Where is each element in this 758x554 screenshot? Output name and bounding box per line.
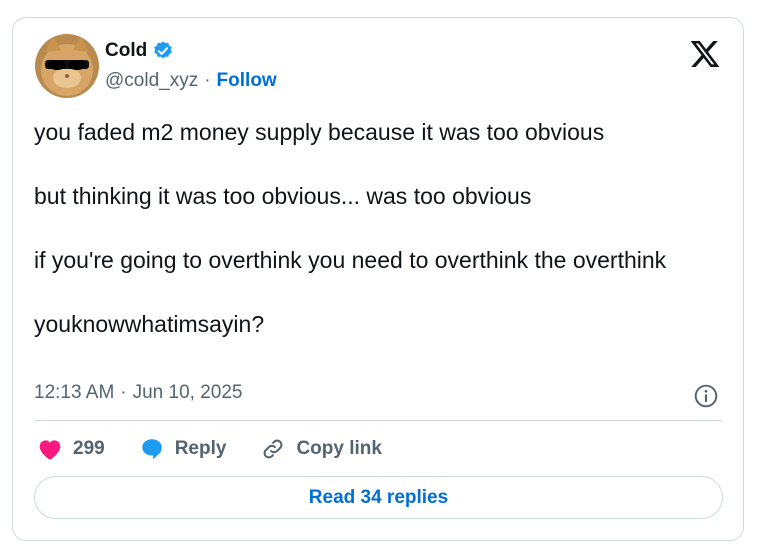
divider [34,420,722,421]
author-handle-row: @cold_xyz · Follow [105,70,277,92]
tweet-embed-card: Cold @cold_xyz · Follow you faded m2 mon… [12,17,744,541]
tweet-text: you faded m2 money supply because it was… [34,116,714,340]
tweet-paragraph: if you're going to overthink you need to… [34,247,667,273]
heart-icon [39,440,61,460]
avatar[interactable] [35,34,99,98]
read-replies-button[interactable]: Read 34 replies [34,476,723,519]
x-logo-icon[interactable] [689,38,721,70]
tweet-actions: 299 Reply Copy link [37,436,416,462]
tweet-time: 12:13 AM [34,382,115,403]
handle-separator: · [204,70,211,91]
copy-link-label: Copy link [296,438,382,459]
tweet-date: Jun 10, 2025 [132,382,243,403]
tweet-timestamp[interactable]: 12:13 AM · Jun 10, 2025 [34,382,242,404]
like-button[interactable]: 299 [37,437,105,461]
copy-link-button[interactable]: Copy link [260,436,382,462]
link-icon [263,439,283,459]
reply-button[interactable]: Reply [139,436,227,462]
info-icon[interactable] [693,383,719,409]
tweet-paragraph: but thinking it was too obvious... was t… [34,183,532,209]
author-name[interactable]: Cold [105,40,147,62]
verified-badge-icon [152,40,174,62]
reply-bubble-icon [141,439,162,460]
reply-label: Reply [174,438,227,459]
tweet-paragraph: you faded m2 money supply because it was… [34,119,605,145]
author-handle[interactable]: @cold_xyz [105,70,198,92]
tweet-paragraph: youknowwhatimsayin? [34,311,265,337]
author-name-row: Cold [105,40,174,62]
timestamp-separator: · [120,382,127,403]
like-count: 299 [73,438,105,459]
follow-link[interactable]: Follow [217,70,277,92]
